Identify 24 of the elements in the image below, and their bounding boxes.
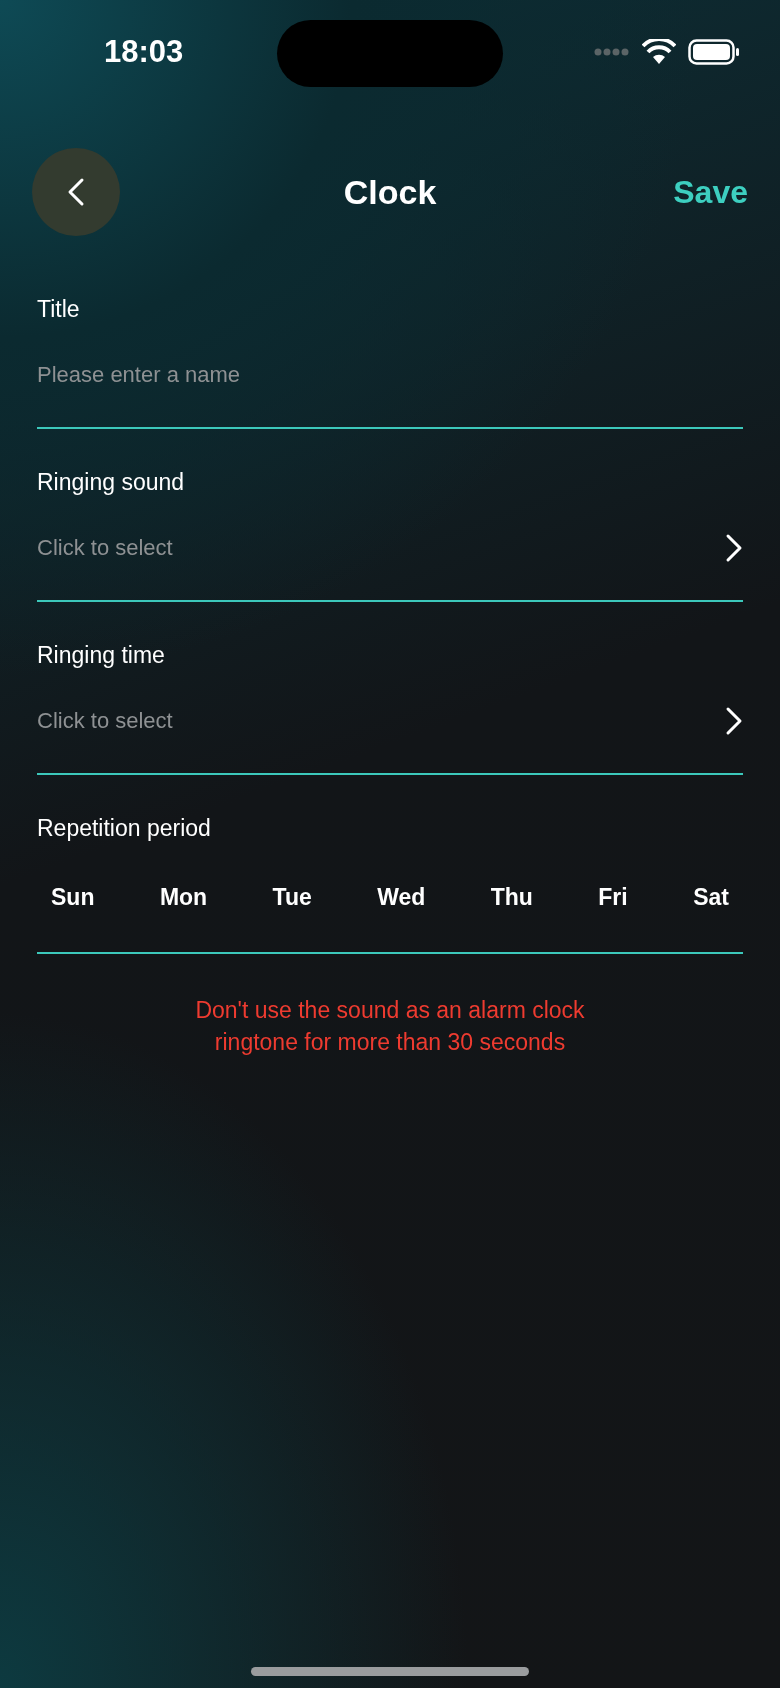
field-label: Title	[37, 296, 80, 323]
select-placeholder[interactable]: Click to select	[37, 708, 173, 734]
select-placeholder[interactable]: Click to select	[37, 535, 173, 561]
signal-icon	[594, 48, 630, 56]
weekday-toggle[interactable]: Fri	[598, 883, 628, 911]
page-title: Clock	[343, 172, 437, 211]
weekday-toggle[interactable]: Mon	[159, 883, 208, 911]
chevron-right-icon	[725, 533, 743, 563]
field-label: Ringing time	[37, 642, 165, 669]
weekday-toggle[interactable]: Wed	[377, 883, 426, 911]
weekday-toggle[interactable]: Thu	[490, 883, 533, 911]
weekday-toggle[interactable]: Sun	[51, 883, 95, 911]
battery-icon	[688, 39, 740, 65]
wifi-icon	[642, 39, 676, 65]
chevron-left-icon	[67, 177, 85, 207]
chevron-right-icon	[725, 706, 743, 736]
weekday-toggle[interactable]: Tue	[272, 883, 312, 911]
status-time: 18:03	[104, 34, 184, 70]
save-button[interactable]: Save	[673, 173, 748, 211]
field-label: Ringing sound	[37, 469, 185, 496]
weekday-toggle[interactable]: Sat	[693, 883, 729, 911]
warning-text: Don't use the sound as an alarm clock ringtone for more than 30 seconds	[194, 996, 586, 1057]
name-input[interactable]: Please enter a name	[37, 362, 743, 388]
field-label: Repetition period	[37, 815, 211, 842]
